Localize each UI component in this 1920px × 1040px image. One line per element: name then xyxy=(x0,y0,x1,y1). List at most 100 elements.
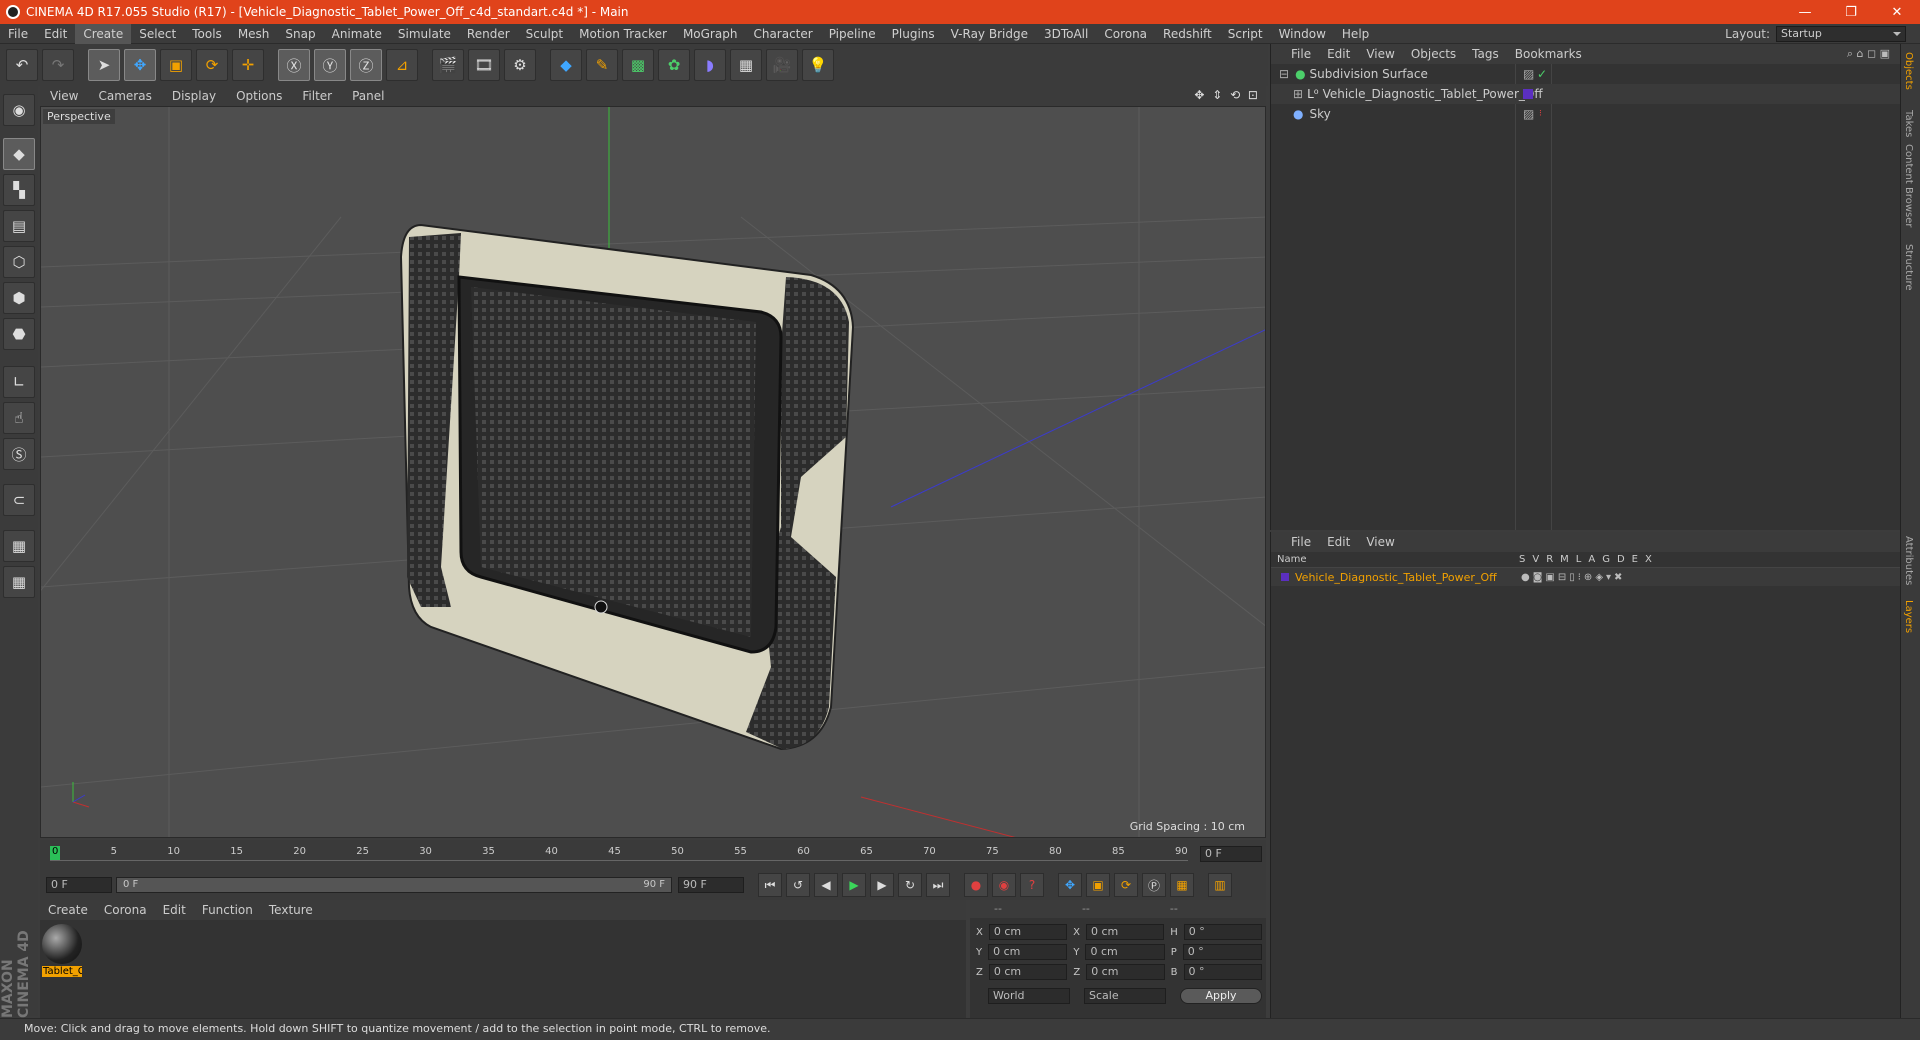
rotation-b-field[interactable]: 0 ° xyxy=(1183,964,1262,980)
layers-menu-file[interactable]: File xyxy=(1283,535,1319,549)
material-menu-create[interactable]: Create xyxy=(40,903,96,917)
layer-name[interactable]: Vehicle_Diagnostic_Tablet_Power_Off xyxy=(1295,571,1497,584)
size-z-field[interactable]: 0 cm xyxy=(1086,964,1165,980)
floor-icon[interactable]: ▦ xyxy=(730,49,762,81)
light-icon[interactable]: 💡 xyxy=(802,49,834,81)
menu-mograph[interactable]: MoGraph xyxy=(675,24,746,44)
tablet-model[interactable] xyxy=(399,223,855,751)
start-frame-field[interactable]: 0 F xyxy=(46,877,112,893)
previous-frame-icon[interactable]: ◀ xyxy=(814,873,838,897)
maximize-button[interactable]: ❐ xyxy=(1828,0,1874,24)
move-tool-icon[interactable]: ✥ xyxy=(124,49,156,81)
search-icon[interactable]: ⌕ ⌂ ◻ ▣ xyxy=(1847,47,1890,61)
next-frame-icon[interactable]: ▶ xyxy=(870,873,894,897)
rotation-h-field[interactable]: 0 ° xyxy=(1183,924,1262,940)
menu-create[interactable]: Create xyxy=(75,23,132,44)
z-axis-lock-icon[interactable]: Ⓩ xyxy=(350,49,382,81)
camera-icon[interactable]: 🎥 xyxy=(766,49,798,81)
record-keys-icon[interactable]: ● xyxy=(964,873,988,897)
next-key-icon[interactable]: ↻ xyxy=(898,873,922,897)
size-mode-dropdown[interactable]: Scale xyxy=(1084,988,1166,1004)
menu-pipeline[interactable]: Pipeline xyxy=(821,24,884,44)
visibility-icon[interactable]: ▨ xyxy=(1523,107,1534,121)
viewport-menu-filter[interactable]: Filter xyxy=(292,89,342,103)
visibility-dots-icon[interactable]: ⁝ xyxy=(1539,89,1542,99)
menu-mesh[interactable]: Mesh xyxy=(230,24,278,44)
menu-render[interactable]: Render xyxy=(459,24,518,44)
layer-row[interactable]: Vehicle_Diagnostic_Tablet_Power_Off ●◙▣⊟… xyxy=(1271,568,1900,586)
deformer-icon[interactable]: ◗ xyxy=(694,49,726,81)
current-frame-field[interactable]: 0 F xyxy=(1200,846,1262,862)
snap-magnet-icon[interactable]: ⊂ xyxy=(3,484,35,516)
menu-vray-bridge[interactable]: V-Ray Bridge xyxy=(943,24,1036,44)
key-parameter-icon[interactable]: Ⓟ xyxy=(1142,873,1166,897)
material-menu-function[interactable]: Function xyxy=(194,903,261,917)
keyframe-selection-icon[interactable]: ? xyxy=(1020,873,1044,897)
go-to-end-icon[interactable]: ⏭ xyxy=(926,873,950,897)
menu-simulate[interactable]: Simulate xyxy=(390,24,459,44)
expand-icon[interactable]: ⊟ xyxy=(1279,67,1289,81)
previous-key-icon[interactable]: ↺ xyxy=(786,873,810,897)
objects-menu-view[interactable]: View xyxy=(1358,47,1402,61)
menu-3dtoall[interactable]: 3DToAll xyxy=(1036,24,1096,44)
make-editable-icon[interactable]: ◉ xyxy=(3,94,35,126)
edges-mode-icon[interactable]: ⬢ xyxy=(3,282,35,314)
texture-mode-icon[interactable]: ▚ xyxy=(3,174,35,206)
objects-menu-tags[interactable]: Tags xyxy=(1464,47,1507,61)
pen-spline-icon[interactable]: ✎ xyxy=(586,49,618,81)
axis-mode-icon[interactable]: ∟ xyxy=(3,366,35,398)
undo-icon[interactable]: ↶ xyxy=(6,49,38,81)
cube-primitive-icon[interactable]: ◆ xyxy=(550,49,582,81)
position-z-field[interactable]: 0 cm xyxy=(988,964,1068,980)
enabled-check-icon[interactable]: ✓ xyxy=(1537,67,1547,81)
redo-icon[interactable]: ↷ xyxy=(42,49,74,81)
go-to-start-icon[interactable]: ⏮ xyxy=(758,873,782,897)
menu-redshift[interactable]: Redshift xyxy=(1155,24,1220,44)
subdivision-surface-icon[interactable]: ▩ xyxy=(622,49,654,81)
expand-icon[interactable]: ⊞ xyxy=(1293,87,1303,101)
polygons-mode-icon[interactable]: ⬣ xyxy=(3,318,35,350)
menu-sculpt[interactable]: Sculpt xyxy=(518,24,571,44)
key-scale-icon[interactable]: ▣ xyxy=(1086,873,1110,897)
material-menu-edit[interactable]: Edit xyxy=(155,903,194,917)
timeline-window-icon[interactable]: ▥ xyxy=(1208,873,1232,897)
objects-menu-file[interactable]: File xyxy=(1283,47,1319,61)
coordinate-system-icon[interactable]: ⊿ xyxy=(386,49,418,81)
rotation-p-field[interactable]: 0 ° xyxy=(1182,944,1262,960)
size-y-field[interactable]: 0 cm xyxy=(1085,944,1165,960)
menu-help[interactable]: Help xyxy=(1334,24,1377,44)
tab-layers[interactable]: Layers xyxy=(1903,600,1914,633)
play-icon[interactable]: ▶ xyxy=(842,873,866,897)
y-axis-lock-icon[interactable]: Ⓨ xyxy=(314,49,346,81)
position-y-field[interactable]: 0 cm xyxy=(988,944,1068,960)
menu-tools[interactable]: Tools xyxy=(184,24,230,44)
apply-button[interactable]: Apply xyxy=(1180,988,1262,1004)
planar-workplane-icon[interactable]: ▦ xyxy=(3,566,35,598)
render-settings-icon[interactable]: ⚙ xyxy=(504,49,536,81)
material-swatch[interactable]: Tablet_C xyxy=(42,924,82,980)
material-menu-corona[interactable]: Corona xyxy=(96,903,155,917)
solo-mode-icon[interactable]: Ⓢ xyxy=(3,438,35,470)
minimize-button[interactable]: — xyxy=(1782,0,1828,24)
viewport-menu-options[interactable]: Options xyxy=(226,89,292,103)
menu-script[interactable]: Script xyxy=(1220,24,1271,44)
menu-snap[interactable]: Snap xyxy=(277,24,323,44)
timeline-ruler[interactable]: 0 5 10 15 20 25 30 35 40 45 50 55 60 65 … xyxy=(40,840,1266,870)
tweak-mode-icon[interactable]: ☝ xyxy=(3,402,35,434)
tab-takes[interactable]: Takes xyxy=(1903,110,1914,137)
layer-flag-icons[interactable]: ●◙▣⊟▯⁝⊕◈▾✖ xyxy=(1521,572,1625,583)
scale-tool-icon[interactable]: ▣ xyxy=(160,49,192,81)
live-selection-icon[interactable]: ✛ xyxy=(232,49,264,81)
menu-window[interactable]: Window xyxy=(1271,24,1334,44)
select-arrow-icon[interactable]: ➤ xyxy=(88,49,120,81)
viewport-menu-view[interactable]: View xyxy=(40,89,88,103)
frame-range-slider[interactable]: 0 F 90 F xyxy=(116,877,672,893)
menu-corona[interactable]: Corona xyxy=(1096,24,1155,44)
position-x-field[interactable]: 0 cm xyxy=(988,924,1068,940)
layout-dropdown[interactable]: Startup xyxy=(1776,26,1906,42)
key-pla-icon[interactable]: ▦ xyxy=(1170,873,1194,897)
tab-structure[interactable]: Structure xyxy=(1903,244,1914,291)
menu-plugins[interactable]: Plugins xyxy=(884,24,943,44)
model-mode-icon[interactable]: ◆ xyxy=(3,138,35,170)
tab-objects[interactable]: Objects xyxy=(1903,52,1914,90)
